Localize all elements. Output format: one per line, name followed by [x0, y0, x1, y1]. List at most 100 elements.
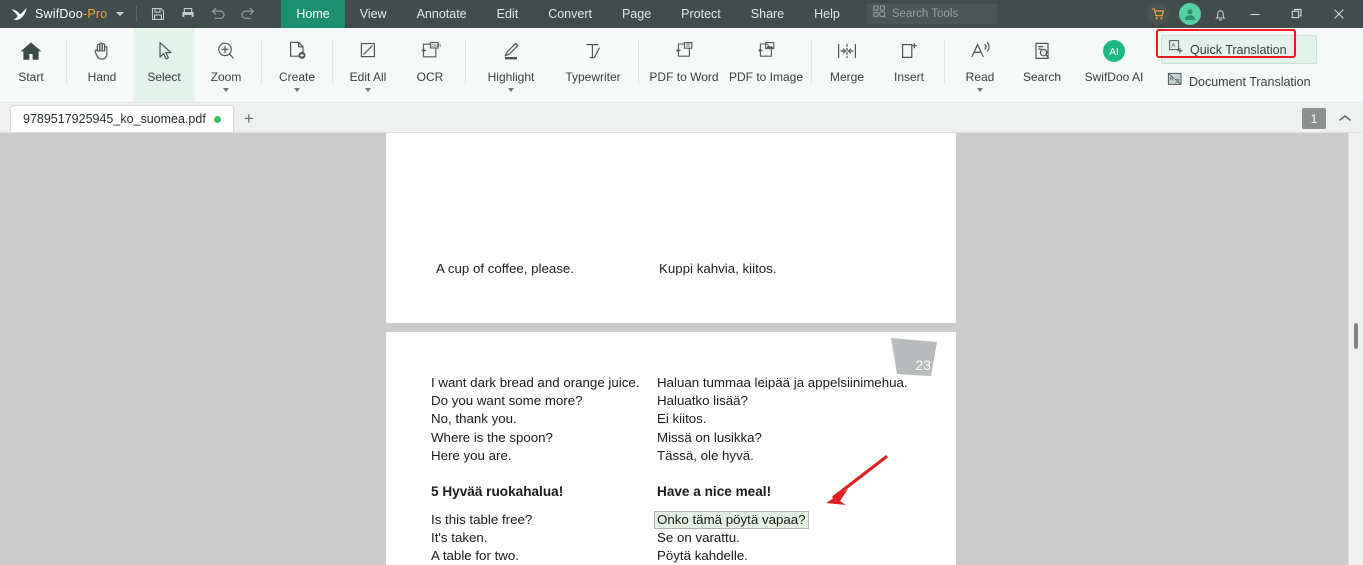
- vertical-scrollbar[interactable]: [1348, 133, 1363, 565]
- text-fi: Ei kiitos.: [657, 411, 707, 427]
- section-heading-row: 5 Hyvää ruokahalua! Have a nice meal!: [431, 477, 931, 504]
- menu-item-share[interactable]: Share: [736, 0, 799, 28]
- pdf-to-image-icon: [753, 36, 779, 66]
- magnifier-plus-icon: [214, 36, 238, 66]
- document-translation-label: Document Translation: [1189, 74, 1311, 89]
- read-aloud-icon: [967, 36, 993, 66]
- ribbon-edit-all-button[interactable]: Edit All: [337, 28, 399, 102]
- search-tools-input[interactable]: Search Tools: [866, 4, 997, 24]
- ribbon-read-button[interactable]: Read: [949, 28, 1011, 102]
- menu-item-page[interactable]: Page: [607, 0, 666, 28]
- save-icon[interactable]: [143, 0, 173, 28]
- ribbon-divider: [944, 40, 945, 84]
- ribbon-zoom-button[interactable]: Zoom: [195, 28, 257, 102]
- text-fi: Haluan tummaa leipää ja appelsiinimehua.: [657, 375, 908, 390]
- document-tab-strip: 9789517925945_ko_suomea.pdf + 1: [0, 103, 1363, 133]
- document-translation-button[interactable]: A 文 Document Translation: [1161, 68, 1317, 95]
- text-row: No, thank you. Ei kiitos.: [431, 410, 931, 428]
- edit-square-icon: [357, 36, 379, 66]
- undo-icon[interactable]: [203, 0, 233, 28]
- chevron-down-icon[interactable]: [294, 88, 300, 92]
- text-fi: Se on varattu.: [657, 530, 740, 546]
- ribbon-ocr-button[interactable]: OCR OCR: [399, 28, 461, 102]
- ribbon-label: Start: [18, 70, 44, 84]
- ribbon-label: Edit All: [349, 70, 387, 84]
- scrollbar-thumb[interactable]: [1354, 323, 1358, 349]
- highlighter-icon: [498, 36, 524, 66]
- bird-logo-icon: [10, 5, 28, 23]
- quick-translation-icon: A: [1168, 39, 1184, 60]
- svg-text:OCR: OCR: [431, 43, 442, 48]
- section-heading-fi: Have a nice meal!: [657, 483, 772, 499]
- minimize-button[interactable]: [1235, 0, 1275, 28]
- user-avatar-icon[interactable]: [1179, 3, 1201, 25]
- menu-label: Convert: [548, 7, 592, 21]
- text-row: A table for two. Pöytä kahdelle.: [431, 547, 931, 565]
- text-en: I want dark bread and orange juice.: [431, 375, 640, 390]
- text-fi: Tässä, ole hyvä.: [657, 447, 754, 463]
- text-fi: Missä on lusikka?: [657, 429, 762, 445]
- chevron-down-icon[interactable]: [116, 12, 125, 16]
- menu-item-convert[interactable]: Convert: [533, 0, 607, 28]
- cart-icon[interactable]: [1147, 3, 1169, 25]
- ribbon-pdf-to-image-button[interactable]: PDF to Image: [725, 28, 807, 102]
- print-icon[interactable]: [173, 0, 203, 28]
- file-plus-icon: [286, 36, 308, 66]
- unsaved-changes-dot-icon: [213, 115, 221, 123]
- text-en: No, thank you.: [431, 411, 517, 427]
- collapse-ribbon-button[interactable]: [1335, 110, 1355, 128]
- ribbon-search-button[interactable]: Search: [1011, 28, 1073, 102]
- selected-text-highlight[interactable]: Onko tämä pöytä vapaa?: [654, 510, 809, 529]
- text-row: Where is the spoon? Missä on lusikka?: [431, 429, 931, 447]
- menu-item-edit[interactable]: Edit: [482, 0, 534, 28]
- maximize-restore-button[interactable]: [1277, 0, 1317, 28]
- chevron-down-icon[interactable]: [977, 88, 983, 92]
- menu-item-view[interactable]: View: [345, 0, 402, 28]
- previous-page-line-english: A cup of coffee, please.: [436, 261, 574, 276]
- menu-label: Share: [750, 7, 785, 21]
- ribbon-label: SwifDoo AI: [1084, 70, 1144, 84]
- brand-area[interactable]: SwifDoo-Pro: [0, 0, 132, 28]
- document-text-body: I want dark bread and orange juice. Halu…: [431, 374, 931, 565]
- redo-icon[interactable]: [233, 0, 263, 28]
- menu-item-home[interactable]: Home: [281, 0, 345, 28]
- text-row-selected[interactable]: Is this table free? Onko tämä pöytä vapa…: [431, 510, 931, 529]
- ribbon-insert-button[interactable]: Insert: [878, 28, 940, 102]
- bell-icon[interactable]: [1207, 3, 1233, 25]
- ribbon-typewriter-button[interactable]: Typewriter: [552, 28, 634, 102]
- ribbon-label: PDF to Word: [649, 70, 719, 84]
- ribbon-label: PDF to Image: [728, 70, 804, 84]
- title-bar: SwifDoo-Pro Home View Annotate Edit Conv…: [0, 0, 1363, 28]
- ribbon-select-button[interactable]: Select: [133, 28, 195, 102]
- new-tab-button[interactable]: +: [234, 105, 264, 132]
- text-en: A table for two.: [431, 548, 519, 564]
- ribbon-label: Search: [1022, 70, 1062, 84]
- quick-translation-button[interactable]: A Quick Translation: [1161, 35, 1317, 64]
- pdf-viewer[interactable]: A cup of coffee, please. Kuppi kahvia, k…: [0, 133, 1363, 565]
- menu-item-annotate[interactable]: Annotate: [402, 0, 482, 28]
- menu-item-protect[interactable]: Protect: [666, 0, 736, 28]
- page-indicator[interactable]: 1: [1302, 108, 1326, 129]
- text-fi: Haluatko lisää?: [657, 393, 748, 409]
- menu-label: View: [359, 7, 387, 21]
- chevron-down-icon[interactable]: [508, 88, 514, 92]
- menu-label: Protect: [681, 7, 721, 21]
- ribbon-label: Hand: [87, 70, 117, 84]
- ribbon-divider: [66, 40, 67, 84]
- ribbon-highlight-button[interactable]: Highlight: [470, 28, 552, 102]
- chevron-down-icon[interactable]: [365, 88, 371, 92]
- chevron-down-icon[interactable]: [223, 88, 229, 92]
- ribbon-merge-button[interactable]: Merge: [816, 28, 878, 102]
- text-row: Here you are. Tässä, ole hyvä.: [431, 447, 931, 465]
- ribbon-pdf-to-word-button[interactable]: W PDF to Word: [643, 28, 725, 102]
- menu-item-help[interactable]: Help: [799, 0, 855, 28]
- document-tab[interactable]: 9789517925945_ko_suomea.pdf: [10, 105, 234, 132]
- ribbon-hand-button[interactable]: Hand: [71, 28, 133, 102]
- ribbon-swifdoo-ai-button[interactable]: AI SwifDoo AI: [1073, 28, 1155, 102]
- ribbon-start-button[interactable]: Start: [0, 28, 62, 102]
- ribbon-create-button[interactable]: Create: [266, 28, 328, 102]
- close-button[interactable]: [1319, 0, 1359, 28]
- merge-icon: [834, 36, 860, 66]
- ai-circle-icon: AI: [1101, 36, 1127, 66]
